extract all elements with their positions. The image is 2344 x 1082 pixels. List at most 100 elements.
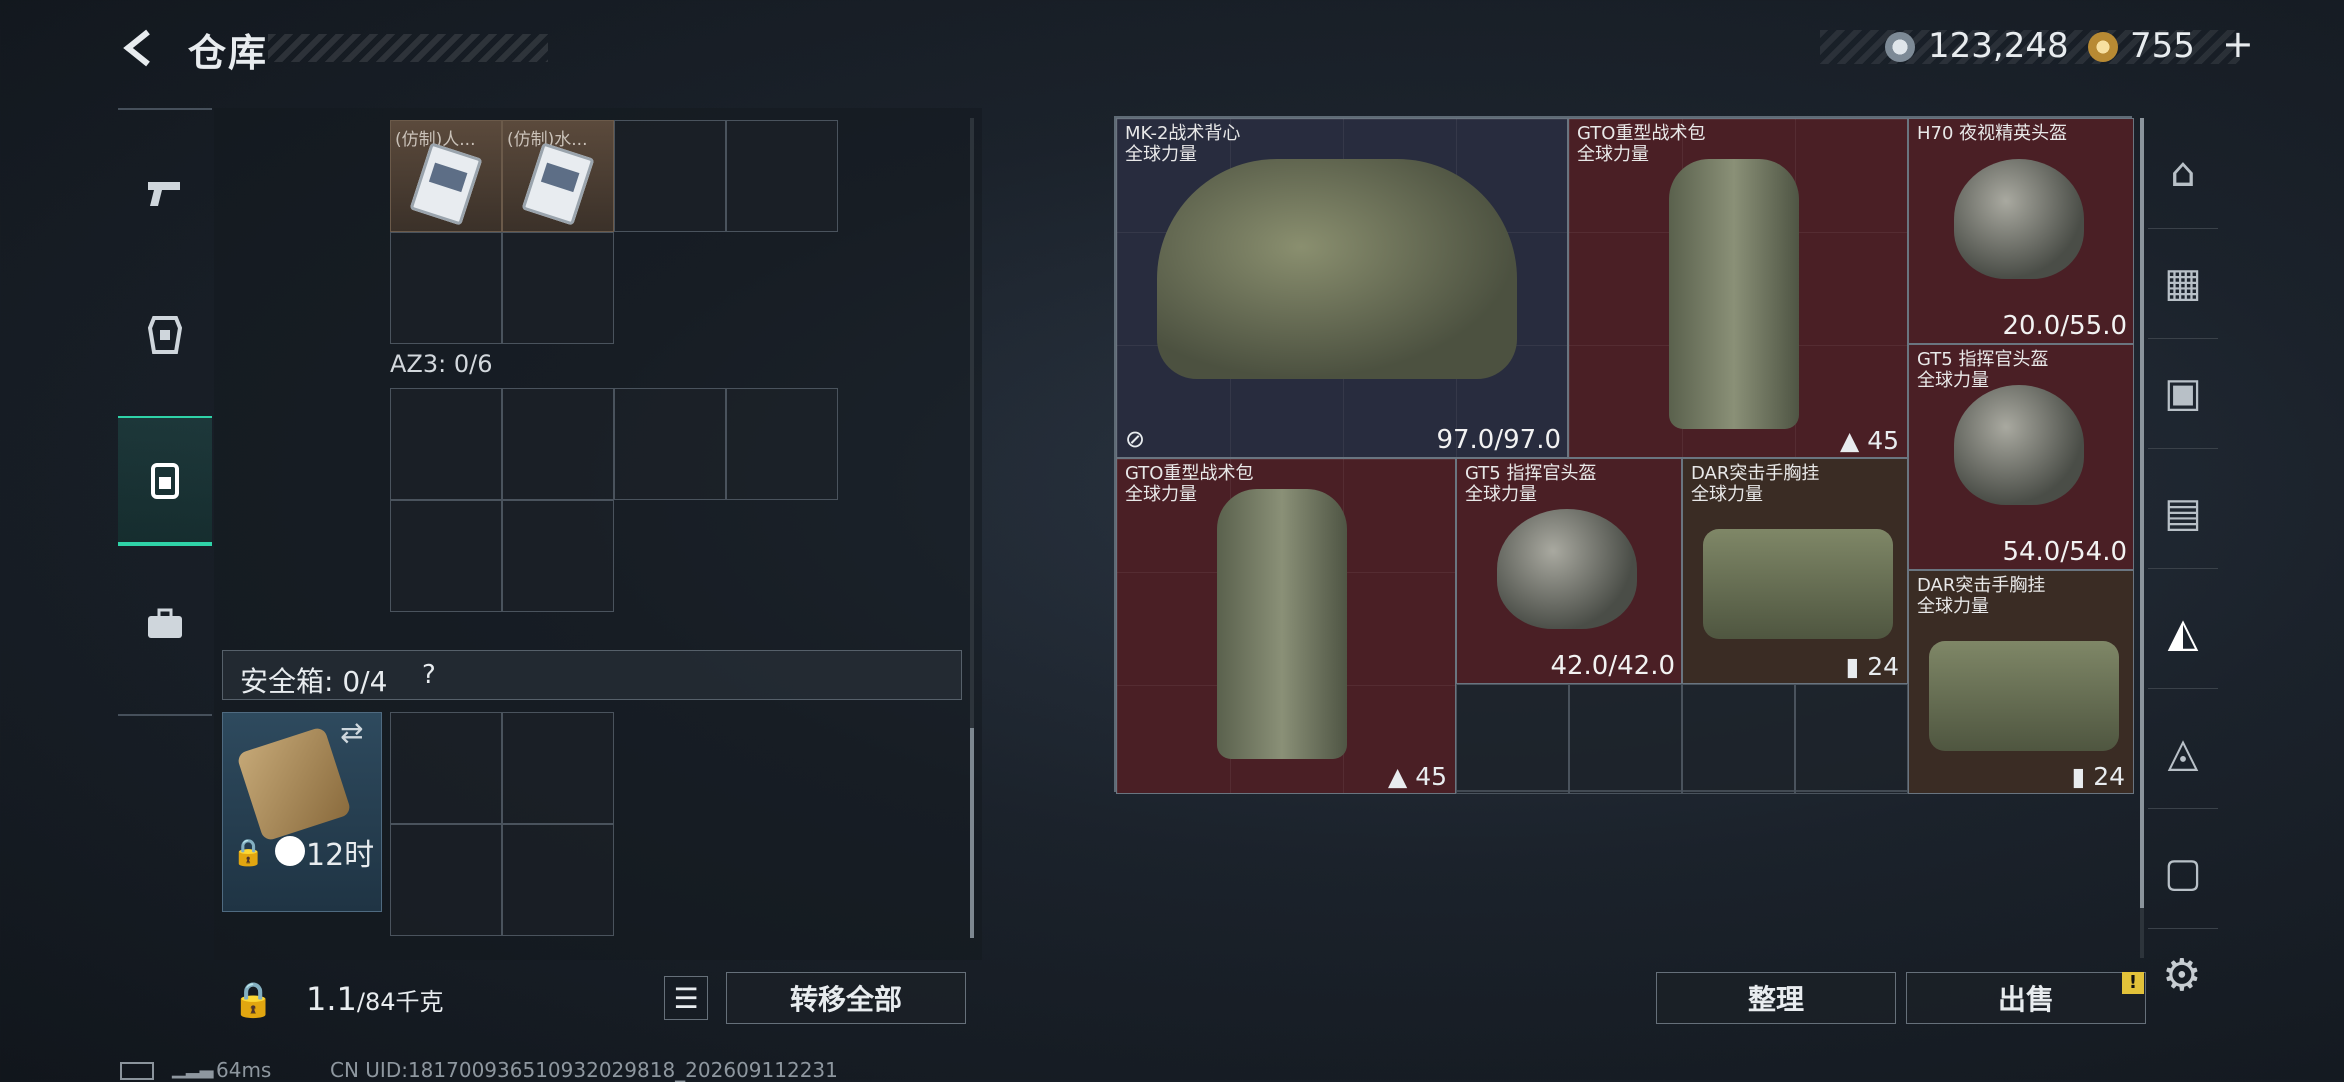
safe-box-label: 安全箱: 0/4 <box>240 665 388 698</box>
gear-icon[interactable]: ⚙ <box>2162 950 2201 1001</box>
battery-icon <box>120 1062 154 1080</box>
durability: 97.0/97.0 <box>1436 425 1561 455</box>
stash-panel: MK-2战术背心 全球力量 ⊘ 97.0/97.0 GTO重型战术包 全球力量 ▲ … <box>1114 116 2134 794</box>
grid-cell[interactable] <box>502 388 614 500</box>
weight-lock-icon: 🔒 <box>232 980 275 1020</box>
armor-icon <box>147 316 183 354</box>
grid-cell[interactable] <box>390 500 502 612</box>
page-title: 仓库 <box>188 31 269 75</box>
sort-button[interactable]: 整理 <box>1656 972 1896 1024</box>
capacity-count: ▲ 45 <box>1388 762 1447 791</box>
tab-case[interactable] <box>118 560 212 690</box>
grid-cell[interactable] <box>1682 684 1795 794</box>
chest-rig-image <box>1929 641 2119 751</box>
uid-display: CN UID:18170093651093​2029818_2026091122… <box>330 1058 838 1082</box>
card-item-icon <box>521 142 595 226</box>
weight-current: 1.1 <box>306 980 357 1018</box>
left-scrollbar-thumb[interactable] <box>970 728 974 938</box>
grid-cell[interactable] <box>502 712 614 824</box>
backpack-image <box>1217 489 1347 759</box>
no-repair-icon: ⊘ <box>1125 425 1146 453</box>
stash-item[interactable]: GT5 指挥官头盔 全球力量 54.0/54.0 <box>1908 344 2134 570</box>
grid-cell[interactable] <box>1569 684 1682 794</box>
durability: 54.0/54.0 <box>2002 537 2127 567</box>
inventory-item[interactable]: (仿制)人... <box>390 120 502 232</box>
lock-icon: 🔒 <box>232 838 265 868</box>
item-label: (仿制)人... <box>395 130 476 150</box>
stash-item[interactable]: H70 夜视精英头盔 20.0/55.0 <box>1908 118 2134 344</box>
stash-item[interactable]: DAR突击手胸挂 全球力量 ▮ 24 <box>1682 458 1908 684</box>
grid-cell[interactable] <box>726 388 838 500</box>
backpack-image <box>1669 159 1799 429</box>
stash-item[interactable]: GT5 指挥官头盔 全球力量 42.0/42.0 <box>1456 458 1682 684</box>
stash-scrollbar-thumb[interactable] <box>2140 118 2144 908</box>
grid-cell[interactable] <box>390 388 502 500</box>
item-name: GTO重型战术包 全球力量 <box>1125 463 1254 505</box>
az3-capacity-label: AZ3: 0/6 <box>390 350 493 378</box>
item-name: DAR突击手胸挂 全球力量 <box>1691 463 1820 505</box>
grid-cell[interactable] <box>390 232 502 344</box>
stash-item[interactable]: GTO重型战术包 全球力量 ▲ 45 <box>1116 458 1456 794</box>
vest-image <box>1157 159 1517 379</box>
weight-capacity: /84千克 <box>356 988 444 1016</box>
grid-cell[interactable] <box>614 388 726 500</box>
helmet-tab-icon[interactable]: ⌂ <box>2148 118 2218 229</box>
rank4c-tab-icon[interactable]: ▤ <box>2148 458 2218 569</box>
grid-cell[interactable] <box>390 712 502 824</box>
grid-cell[interactable] <box>726 120 838 232</box>
weight-display: 1.1/84千克 <box>306 980 444 1018</box>
item-name: DAR突击手胸挂 全球力量 <box>1917 575 2046 617</box>
stash-category-sidebar: ⌂ ▦ ▣ ▤ ◭ ◬ ▢ <box>2148 108 2218 968</box>
helmet-image <box>1954 159 2084 279</box>
item-name: H70 夜视精英头盔 <box>1917 123 2068 144</box>
back-arrow-icon[interactable] <box>118 28 158 68</box>
ping-display: 64ms <box>216 1058 272 1082</box>
tab-backpack[interactable] <box>118 416 212 546</box>
durability: 20.0/55.0 <box>2002 311 2127 341</box>
grid-cell[interactable] <box>502 232 614 344</box>
item-name: GT5 指挥官头盔 全球力量 <box>1917 349 2049 391</box>
chest-rig-image <box>1703 529 1893 639</box>
card-item-icon <box>409 142 483 226</box>
silver-coin-icon <box>1885 32 1915 62</box>
rank4b-tab-icon[interactable]: ▣ <box>2148 338 2218 449</box>
rank4d-tab-icon[interactable]: ▢ <box>2148 818 2218 929</box>
helmet-image <box>1497 509 1637 629</box>
stash-item[interactable]: MK-2战术背心 全球力量 ⊘ 97.0/97.0 <box>1116 118 1568 458</box>
grid-cell[interactable] <box>390 824 502 936</box>
rank4-active-tab-icon[interactable]: ◭ <box>2148 578 2218 689</box>
list-view-button[interactable]: ☰ <box>664 976 708 1020</box>
stash-item[interactable]: GTO重型战术包 全球力量 ▲ 45 <box>1568 118 1908 458</box>
title-stripe <box>268 34 548 62</box>
rank4-tab-icon[interactable]: ▦ <box>2148 228 2218 339</box>
swap-icon[interactable]: ⇄ <box>340 716 363 749</box>
item-name: GT5 指挥官头盔 全球力量 <box>1465 463 1597 505</box>
sell-button[interactable]: 出售 <box>1906 972 2146 1024</box>
add-currency-button[interactable]: + <box>2222 22 2254 66</box>
inventory-item[interactable]: (仿制)水... <box>502 120 614 232</box>
gold-coin-icon <box>2088 32 2118 62</box>
helmet-image <box>1954 385 2084 505</box>
item-label: (仿制)水... <box>507 130 588 150</box>
stash-item[interactable]: DAR突击手胸挂 全球力量 ▮ 24 <box>1908 570 2134 794</box>
grid-cell[interactable] <box>502 824 614 936</box>
gold-coin-amount: 755 <box>2130 26 2195 66</box>
tab-weapons[interactable] <box>118 126 212 256</box>
grid-cell[interactable] <box>1795 684 1908 794</box>
item-name: MK-2战术背心 全球力量 <box>1125 123 1241 165</box>
signal-icon: ▁▂▃ <box>172 1058 214 1079</box>
capacity-count: ▲ 45 <box>1840 426 1899 455</box>
silver-coin-amount: 123,248 <box>1928 26 2069 66</box>
safe-help-button[interactable]: ? <box>422 660 436 690</box>
left-sidebar <box>118 108 212 716</box>
grid-cell[interactable] <box>1456 684 1569 794</box>
grid-cell[interactable] <box>502 500 614 612</box>
tab-armor[interactable] <box>118 270 212 400</box>
durability: 42.0/42.0 <box>1550 651 1675 681</box>
transfer-all-button[interactable]: 转移全部 <box>726 972 966 1024</box>
briefcase-icon <box>148 608 182 638</box>
clock-icon <box>275 836 305 866</box>
rank3-tab-icon[interactable]: ◬ <box>2148 698 2218 809</box>
sell-warning-badge: ! <box>2122 972 2144 994</box>
grid-cell[interactable] <box>614 120 726 232</box>
